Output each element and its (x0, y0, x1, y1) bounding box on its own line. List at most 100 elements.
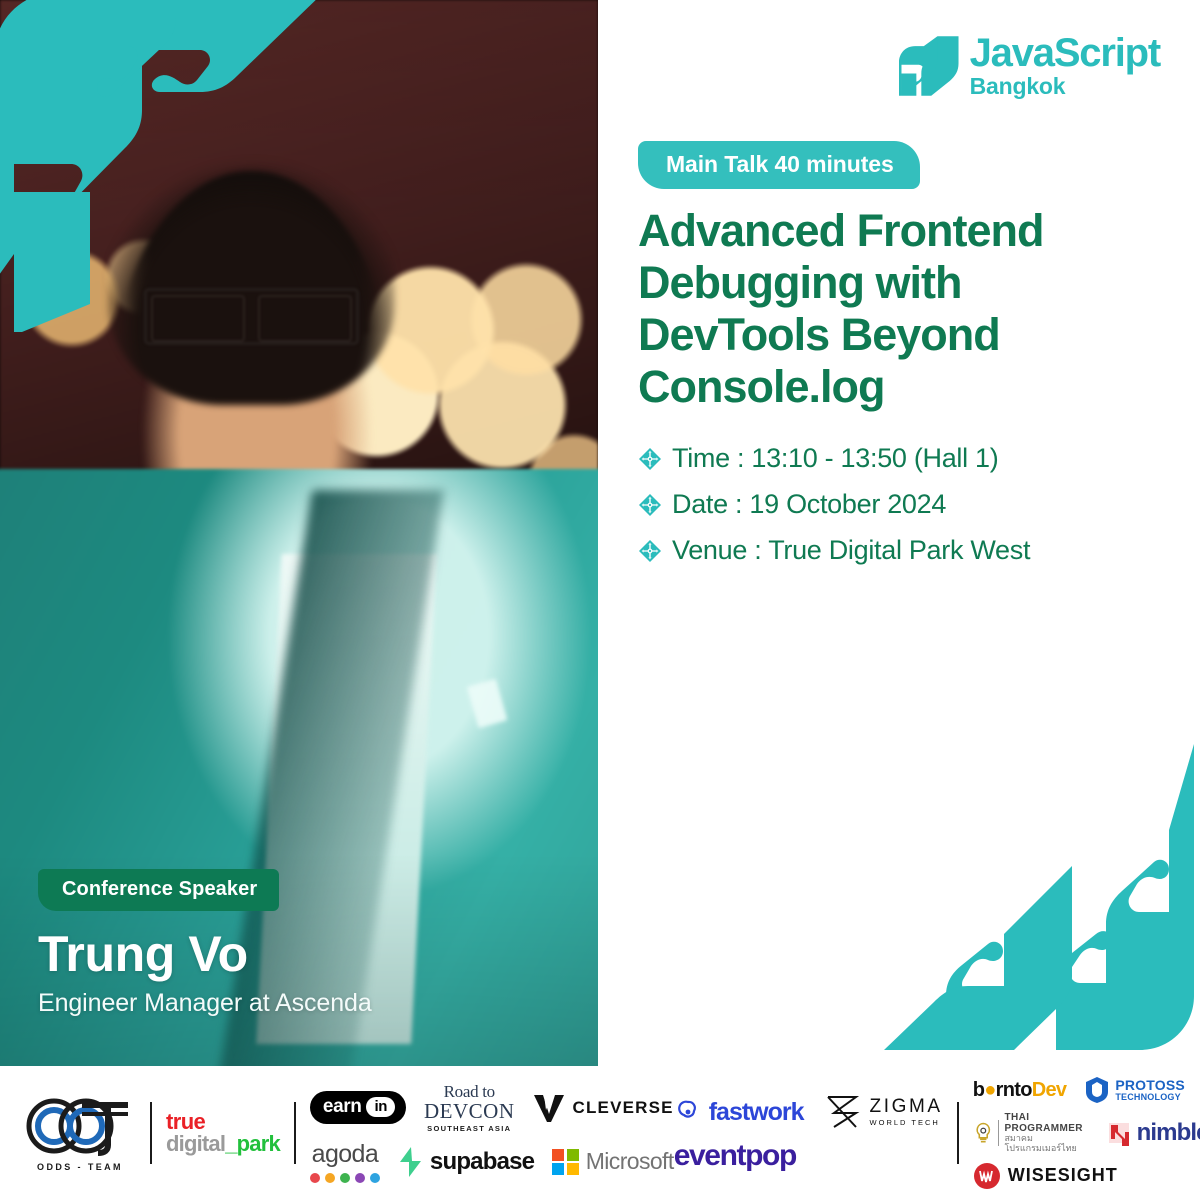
sponsor-fastwork[interactable]: fastwork (674, 1097, 805, 1127)
protoss-line-2: TECHNOLOGY (1115, 1091, 1181, 1102)
detail-row-date: Date : 19 October 2024 (638, 489, 1158, 520)
detail-row-venue: Venue : True Digital Park West (638, 535, 1158, 566)
microsoft-squares-icon (552, 1148, 579, 1175)
borntodev-part-2: rnt (995, 1078, 1021, 1101)
sponsor-eventpop[interactable]: eventpop (674, 1139, 798, 1173)
devcon-line-2: DEVCON (423, 1098, 515, 1123)
sponsor-bar: ODDS - TEAM true digital_park earn in Ro… (0, 1066, 1200, 1200)
talk-type-badge: Main Talk 40 minutes (638, 141, 920, 189)
supabase-text: supabase (429, 1147, 535, 1175)
brand-subtitle: Bangkok (969, 73, 1066, 99)
supabase-mark-icon (399, 1146, 421, 1177)
brand-wordmark: JavaScript Bangkok (969, 31, 1162, 99)
sponsor-supabase[interactable]: supabase (398, 1146, 535, 1177)
sponsor-road-to-devcon[interactable]: Road to DEVCON SOUTHEAST ASIA (424, 1083, 515, 1133)
protoss-shield-icon (1086, 1077, 1109, 1104)
brand-title: JavaScript (969, 31, 1162, 75)
tdp-line-2: digital_park (166, 1131, 281, 1156)
cleverse-text: CLEVERSE (572, 1097, 674, 1117)
sponsor-divider (956, 1102, 959, 1164)
thaiprog-divider (998, 1120, 1000, 1146)
sponsor-cleverse[interactable]: CLEVERSE (532, 1092, 673, 1124)
sponsor-divider (150, 1102, 152, 1164)
sponsor-divider (293, 1102, 296, 1164)
detail-text-date: Date : 19 October 2024 (672, 489, 947, 519)
zigma-mark-icon (826, 1096, 859, 1128)
zigma-text: ZIGMA WORLD TECH (870, 1097, 943, 1127)
diamond-bullet-icon (639, 493, 661, 516)
sponsor-protoss-technology[interactable]: PROTOSS TECHNOLOGY (1084, 1076, 1185, 1104)
sponsor-true-digital-park[interactable]: true digital_park (166, 1108, 281, 1156)
zigma-line-2: WORLD TECH (869, 1118, 940, 1128)
sponsor-thai-programmer[interactable]: THAI PROGRAMMER สมาคมโปรแกรมเมอร์ไทย (973, 1112, 1089, 1154)
sponsor-row-c3: WISESIGHT (973, 1162, 1200, 1190)
diamond-bullet-icon (639, 539, 661, 562)
thaiprog-line-2: สมาคมโปรแกรมเมอร์ไทย (1004, 1133, 1077, 1153)
sponsor-nimble[interactable]: nimble (1107, 1119, 1200, 1147)
thaiprog-text: THAI PROGRAMMER สมาคมโปรแกรมเมอร์ไทย (1004, 1112, 1088, 1154)
speaker-announcement-poster: Conference Speaker Trung Vo Engineer Man… (0, 0, 1200, 1200)
fastwork-mark-icon (677, 1100, 696, 1118)
speaker-role-badge: Conference Speaker (38, 869, 280, 911)
js-mascot-icon (0, 0, 316, 332)
protoss-text: PROTOSS TECHNOLOGY (1115, 1078, 1185, 1101)
speaker-name: Trung Vo (38, 926, 248, 982)
sponsor-wisesight[interactable]: WISESIGHT (973, 1162, 1118, 1190)
sponsor-row-c2: THAI PROGRAMMER สมาคมโปรแกรมเมอร์ไทย nim… (973, 1112, 1200, 1154)
sponsor-row-b2: eventpop (674, 1139, 943, 1173)
borntodev-dot-icon: ● (984, 1078, 996, 1101)
odds-team-label: ODDS - TEAM (37, 1161, 123, 1172)
detail-text-venue: Venue : True Digital Park West (672, 535, 1031, 565)
sponsor-row-a1: earn in Road to DEVCON SOUTHEAST ASIA CL… (309, 1083, 674, 1133)
sponsor-zigma[interactable]: ZIGMA WORLD TECH (822, 1093, 943, 1131)
javascript-bangkok-logo: JavaScript Bangkok (898, 31, 1162, 99)
wisesight-text: WISESIGHT (1007, 1165, 1118, 1186)
agoda-dots (309, 1173, 380, 1184)
sponsor-borntodev[interactable]: b●rntoDev (973, 1079, 1067, 1102)
talk-content-panel: JavaScript Bangkok Main Talk 40 minutes … (598, 0, 1200, 1066)
nimble-mark-icon (1108, 1123, 1129, 1146)
sponsor-agoda[interactable]: agoda (309, 1140, 380, 1184)
zigma-line-1: ZIGMA (869, 1096, 943, 1118)
lightbulb-icon (976, 1122, 990, 1143)
speaker-info-block: Conference Speaker Trung Vo Engineer Man… (38, 869, 558, 1018)
sponsor-rows-c: b●rntoDev PROTOSS TECHNOLOGY THAI PROGRA… (973, 1076, 1200, 1190)
sponsor-row-b1: fastwork ZIGMA WORLD TECH (674, 1093, 943, 1131)
sponsor-odds-team[interactable]: ODDS - TEAM (24, 1095, 136, 1172)
earnin-pill: in (366, 1097, 395, 1117)
sponsor-earnin[interactable]: earn in (309, 1091, 406, 1124)
odds-team-logo-icon (26, 1098, 128, 1156)
sponsor-group-hosts: ODDS - TEAM true digital_park (24, 1066, 281, 1200)
wisesight-mark-icon (973, 1162, 1000, 1189)
borntodev-part-4: Dev (1031, 1078, 1067, 1101)
speaker-job-title: Engineer Manager at Ascenda (38, 989, 372, 1017)
thaiprog-line-1: THAI PROGRAMMER (1004, 1112, 1083, 1135)
borntodev-part-1: b (972, 1078, 985, 1101)
devcon-line-1: Road to (443, 1081, 496, 1101)
nimble-text: nimble (1136, 1119, 1200, 1146)
js-mascot-icon (898, 35, 959, 96)
fastwork-text: fastwork (708, 1097, 805, 1126)
earnin-text: earn (322, 1096, 362, 1117)
speaker-photo-panel: Conference Speaker Trung Vo Engineer Man… (0, 0, 598, 1066)
talk-details-list: Time : 13:10 - 13:50 (Hall 1) Date : 19 … (638, 443, 1158, 581)
detail-row-time: Time : 13:10 - 13:50 (Hall 1) (638, 443, 1158, 474)
tdp-line-1: true (166, 1108, 206, 1134)
sponsor-microsoft[interactable]: Microsoft (552, 1148, 675, 1175)
sponsor-group-partners-b: fastwork ZIGMA WORLD TECH eventpop (674, 1066, 943, 1200)
devcon-line-3: SOUTHEAST ASIA (427, 1123, 512, 1133)
diamond-bullet-icon (639, 447, 661, 470)
microsoft-text: Microsoft (585, 1148, 675, 1175)
cleverse-mark-icon (534, 1094, 565, 1122)
detail-text-time: Time : 13:10 - 13:50 (Hall 1) (672, 443, 999, 473)
talk-title: Advanced Frontend Debugging with DevTool… (638, 205, 1045, 412)
borntodev-part-3: o (1020, 1078, 1032, 1101)
agoda-text: agoda (311, 1140, 379, 1169)
sponsor-group-partners-a: earn in Road to DEVCON SOUTHEAST ASIA CL… (309, 1066, 675, 1200)
protoss-line-1: PROTOSS (1115, 1077, 1185, 1094)
sponsor-row-c1: b●rntoDev PROTOSS TECHNOLOGY (973, 1076, 1200, 1104)
sponsor-row-a2: agoda supabase Microsoft (309, 1140, 675, 1184)
sponsor-rows-b: fastwork ZIGMA WORLD TECH eventpop (674, 1093, 943, 1173)
sponsor-rows-a: earn in Road to DEVCON SOUTHEAST ASIA CL… (309, 1083, 675, 1184)
sponsor-group-community: b●rntoDev PROTOSS TECHNOLOGY THAI PROGRA… (973, 1066, 1200, 1200)
